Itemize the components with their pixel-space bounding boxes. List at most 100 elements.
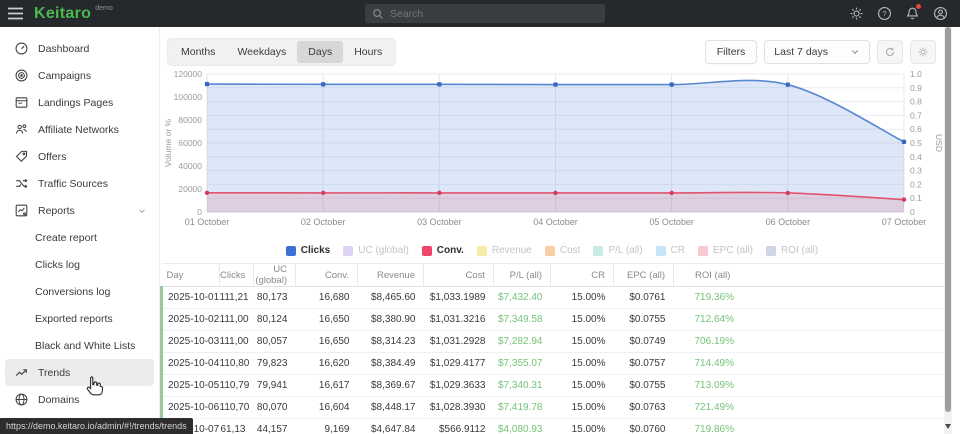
sidebar-item-landings-pages[interactable]: Landings Pages — [0, 89, 159, 116]
column-header-roi-all[interactable]: ROI (all) — [674, 264, 945, 287]
column-header-revenue[interactable]: Revenue — [358, 264, 424, 287]
svg-text:0.1: 0.1 — [910, 193, 922, 203]
search-input[interactable] — [390, 8, 598, 20]
bell-icon[interactable] — [905, 6, 920, 21]
user-avatar-icon[interactable] — [933, 6, 948, 21]
cell-day: 2025-10-05 — [162, 375, 220, 397]
column-header-day[interactable]: Day — [162, 264, 220, 287]
vertical-scrollbar[interactable] — [944, 27, 952, 434]
legend-item-revenue[interactable]: Revenue — [477, 245, 532, 256]
column-header-epc-all[interactable]: EPC (all) — [614, 264, 674, 287]
svg-text:USD: USD — [934, 134, 944, 152]
cell-p-l-all: $7,340.31 — [494, 375, 551, 397]
sidebar-item-trends[interactable]: Trends — [5, 359, 154, 386]
column-header-clicks[interactable]: Clicks — [220, 264, 254, 287]
sidebar-item-exported-reports[interactable]: Exported reports — [0, 305, 159, 332]
cell-uc-global: 80,173 — [254, 287, 296, 309]
trends-table: DayClicksUC (global)Conv.RevenueCostP/L … — [160, 263, 944, 434]
chart-canvas[interactable]: 02000040000600008000010000012000000.10.2… — [160, 67, 944, 237]
cell-cost: $566.9112 — [424, 419, 494, 434]
tab-hours[interactable]: Hours — [343, 41, 393, 63]
cell-uc-global: 79,823 — [254, 353, 296, 375]
help-icon[interactable]: ? — [877, 6, 892, 21]
sidebar-item-black-and-white-lists[interactable]: Black and White Lists — [0, 332, 159, 359]
sidebar-item-conversions-log[interactable]: Conversions log — [0, 278, 159, 305]
column-header-conv[interactable]: Conv. — [296, 264, 358, 287]
sidebar-nav: Dashboard Campaigns Landings PagesAffiliat… — [0, 35, 159, 413]
app-logo[interactable]: Keitaro demo — [34, 0, 113, 27]
cell-conv: 16,620 — [296, 353, 358, 375]
sidebar-item-create-report[interactable]: Create report — [0, 224, 159, 251]
cell-cr: 15.00% — [551, 397, 614, 419]
svg-text:80000: 80000 — [178, 115, 202, 125]
sidebar-item-affiliate-networks[interactable]: Affiliate Networks — [0, 116, 159, 143]
sidebar-item-dashboard[interactable]: Dashboard — [0, 35, 159, 62]
cell-epc-all: $0.0755 — [614, 309, 674, 331]
legend-label: ROI (all) — [781, 245, 818, 256]
legend-label: Cost — [560, 245, 581, 256]
svg-text:01 October: 01 October — [185, 217, 230, 227]
legend-item-conv[interactable]: Conv. — [422, 245, 464, 256]
sidebar-item-label: Campaigns — [38, 70, 91, 82]
column-header-cr[interactable]: CR — [551, 264, 614, 287]
table-row: 2025-10-0761,1344,1579,169$4,647.84$566.… — [162, 419, 945, 434]
column-header-cost[interactable]: Cost — [424, 264, 494, 287]
sidebar-item-campaigns[interactable]: Campaigns — [0, 62, 159, 89]
filters-button[interactable]: Filters — [705, 40, 758, 64]
chart-settings-button[interactable] — [910, 40, 936, 64]
legend-item-cr[interactable]: CR — [656, 245, 685, 256]
menu-icon[interactable] — [0, 7, 30, 20]
affiliates-icon — [14, 122, 29, 137]
cell-clicks: 111,00 — [220, 309, 254, 331]
legend-item-roi-all[interactable]: ROI (all) — [766, 245, 818, 256]
legend-swatch — [545, 246, 555, 256]
tab-weekdays[interactable]: Weekdays — [226, 41, 297, 63]
cell-uc-global: 80,124 — [254, 309, 296, 331]
column-header-p-l-all[interactable]: P/L (all) — [494, 264, 551, 287]
search-box[interactable] — [365, 4, 605, 23]
top-header: Keitaro demo ? — [0, 0, 960, 27]
sidebar-item-domains[interactable]: Domains — [0, 386, 159, 413]
svg-text:0.5: 0.5 — [910, 138, 922, 148]
cell-conv: 16,650 — [296, 309, 358, 331]
legend-item-epc-all[interactable]: EPC (all) — [698, 245, 753, 256]
sidebar-item-reports[interactable]: Reports — [0, 197, 159, 224]
sidebar-item-traffic-sources[interactable]: Traffic Sources — [0, 170, 159, 197]
cell-clicks: 61,13 — [220, 419, 254, 434]
tab-days[interactable]: Days — [297, 41, 343, 63]
legend-swatch — [766, 246, 776, 256]
sidebar-item-label: Black and White Lists — [35, 340, 135, 352]
date-range-select[interactable]: Last 7 days — [764, 40, 870, 64]
legend-label: Revenue — [492, 245, 532, 256]
gear-icon[interactable] — [849, 6, 864, 21]
cell-epc-all: $0.0749 — [614, 331, 674, 353]
sidebar-item-clicks-log[interactable]: Clicks log — [0, 251, 159, 278]
trends-chart[interactable]: 02000040000600008000010000012000000.10.2… — [160, 67, 944, 242]
legend-swatch — [286, 246, 296, 256]
legend-item-uc-global[interactable]: UC (global) — [343, 245, 409, 256]
legend-item-clicks[interactable]: Clicks — [286, 245, 330, 256]
notification-dot — [916, 4, 921, 9]
svg-text:40000: 40000 — [178, 161, 202, 171]
legend-item-p-l-all[interactable]: P/L (all) — [593, 245, 642, 256]
cell-day: 2025-10-03 — [162, 331, 220, 353]
cell-p-l-all: $7,432.40 — [494, 287, 551, 309]
cell-clicks: 111,00 — [220, 331, 254, 353]
tab-months[interactable]: Months — [170, 41, 226, 63]
cell-uc-global: 44,157 — [254, 419, 296, 434]
column-header-uc-global[interactable]: UC (global) — [254, 264, 296, 287]
refresh-button[interactable] — [877, 40, 903, 64]
scrollbar-down-arrow[interactable] — [945, 424, 951, 429]
legend-item-cost[interactable]: Cost — [545, 245, 581, 256]
table-row: 2025-10-03111,0080,05716,650$8,314.23$1,… — [162, 331, 945, 353]
sidebar-item-label: Traffic Sources — [38, 178, 108, 190]
cell-clicks: 110,70 — [220, 397, 254, 419]
toolbar: MonthsWeekdaysDaysHours Filters Last 7 d… — [160, 27, 944, 67]
sidebar-item-offers[interactable]: Offers — [0, 143, 159, 170]
header-icons: ? — [849, 0, 948, 27]
legend-swatch — [593, 246, 603, 256]
cell-revenue: $8,384.49 — [358, 353, 424, 375]
legend-label: UC (global) — [358, 245, 409, 256]
cell-epc-all: $0.0757 — [614, 353, 674, 375]
scrollbar-thumb[interactable] — [945, 27, 951, 412]
